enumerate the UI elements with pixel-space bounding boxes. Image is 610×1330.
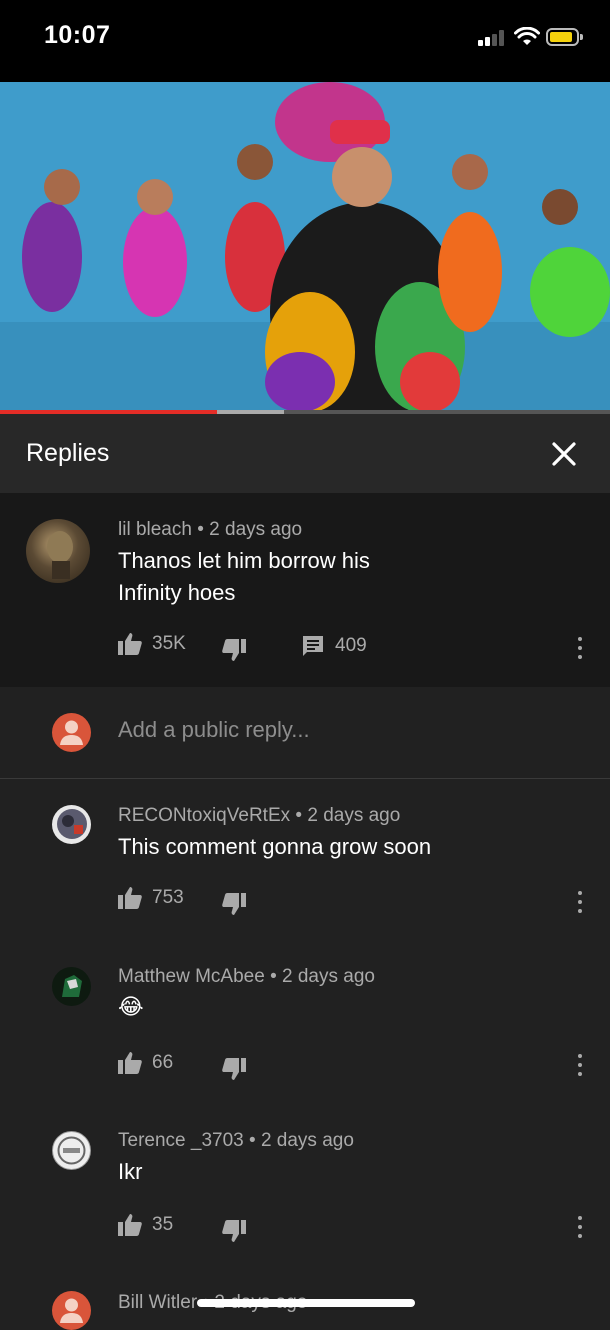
comment-text-line: Thanos let him borrow his — [118, 548, 370, 573]
avatar[interactable] — [52, 1291, 91, 1330]
replies-header: Replies — [0, 414, 610, 493]
more-options-icon[interactable] — [572, 1214, 588, 1240]
reply-text: 😂 — [118, 995, 144, 1020]
reply-author[interactable]: Matthew McAbee — [118, 966, 265, 987]
replies-title: Replies — [26, 439, 110, 467]
thumbs-down-icon[interactable] — [222, 1220, 246, 1242]
like-count: 753 — [152, 887, 184, 908]
thumbs-up-icon — [118, 1214, 142, 1236]
reply-count: 409 — [335, 635, 367, 656]
thumbs-down-icon[interactable] — [222, 639, 246, 661]
video-player[interactable] — [0, 82, 610, 410]
reply-age: 2 days ago — [260, 1130, 354, 1151]
thumbs-down-icon[interactable] — [222, 1058, 246, 1080]
parent-comment: lil bleach • 2 days ago Thanos let him b… — [0, 493, 610, 687]
like-button[interactable]: 66 — [118, 1052, 173, 1074]
reply-meta: Matthew McAbee • 2 days ago — [118, 966, 375, 987]
status-time: 10:07 — [44, 21, 111, 49]
like-button[interactable]: 35K — [118, 633, 186, 655]
reply-age: 2 days ago — [307, 805, 401, 826]
more-options-icon[interactable] — [572, 889, 588, 915]
reply-meta: RECONtoxiqVeRtEx • 2 days ago — [118, 805, 401, 826]
comment-meta: lil bleach • 2 days ago — [118, 519, 303, 540]
comment-icon — [303, 636, 323, 656]
reply-author[interactable]: Terence _3703 — [118, 1130, 244, 1151]
reply-text: This comment gonna grow soon — [118, 834, 432, 859]
more-options-icon[interactable] — [572, 635, 588, 661]
like-button[interactable]: 753 — [118, 887, 184, 909]
thumbs-down-icon[interactable] — [222, 893, 246, 915]
cellular-signal-icon — [478, 30, 506, 46]
like-count: 66 — [152, 1052, 174, 1073]
thumbs-up-icon — [118, 633, 142, 655]
thumbs-up-icon — [118, 887, 142, 909]
home-indicator[interactable] — [197, 1299, 415, 1307]
add-reply-bar[interactable]: Add a public reply... — [0, 687, 610, 779]
reply-meta: Terence _3703 • 2 days ago — [118, 1130, 354, 1151]
reply-text: Ikr — [118, 1159, 143, 1184]
avatar[interactable] — [26, 519, 90, 583]
add-reply-input[interactable]: Add a public reply... — [118, 717, 310, 743]
reply-author[interactable]: RECONtoxiqVeRtEx — [118, 805, 290, 826]
close-icon[interactable] — [548, 438, 580, 470]
comment-age: 2 days ago — [209, 519, 303, 540]
battery-icon — [546, 28, 583, 46]
video-frame — [0, 82, 610, 410]
view-replies-button[interactable]: 409 — [301, 634, 367, 658]
like-count: 35 — [152, 1214, 174, 1235]
status-bar: 10:07 — [0, 0, 610, 82]
like-button[interactable]: 35 — [118, 1214, 173, 1236]
comment-author[interactable]: lil bleach — [118, 519, 192, 540]
reply-author[interactable]: Bill Witler — [118, 1292, 197, 1313]
user-avatar-icon — [52, 713, 91, 752]
comment-text-line: Infinity hoes — [118, 580, 236, 605]
avatar[interactable] — [52, 1131, 91, 1170]
thumbs-up-icon — [118, 1052, 142, 1074]
wifi-icon — [514, 27, 540, 45]
reply-age: 2 days ago — [282, 966, 375, 987]
more-options-icon[interactable] — [572, 1052, 588, 1078]
avatar[interactable] — [52, 967, 91, 1006]
comment-text: Thanos let him borrow his Infinity hoes — [118, 545, 370, 609]
like-count: 35K — [152, 633, 186, 654]
avatar[interactable] — [52, 805, 91, 844]
